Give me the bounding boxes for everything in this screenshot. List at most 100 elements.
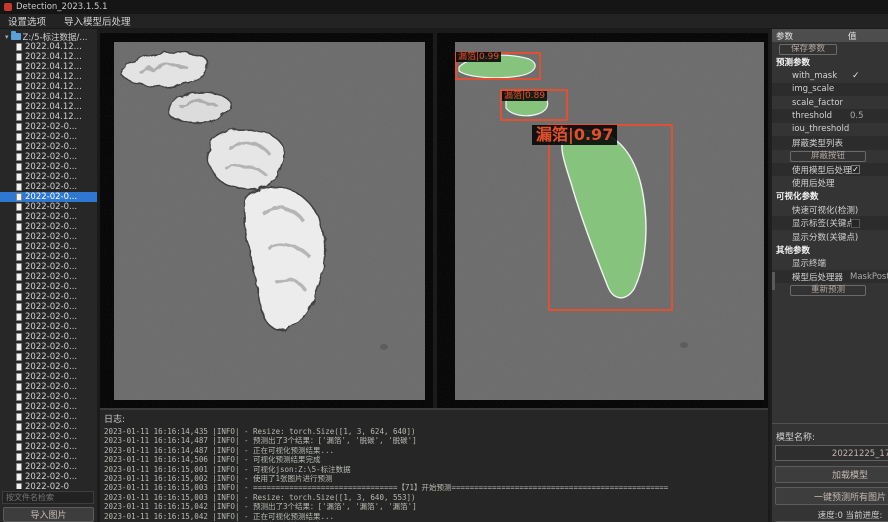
load-model-button[interactable]: 加载模型	[775, 466, 888, 483]
tree-item[interactable]: 2022-02-0...	[0, 362, 97, 372]
tree-item[interactable]: 2022.04.12...	[0, 112, 97, 122]
tree-item[interactable]: 2022-02-0...	[0, 352, 97, 362]
threshold-value[interactable]: 0.5	[850, 111, 864, 121]
model-name-label: 模型名称:	[772, 424, 888, 443]
tree-item[interactable]: 2022-02-0...	[0, 282, 97, 292]
tree-item[interactable]: 2022-02-0...	[0, 182, 97, 192]
tree-item-label: 2022-02-0...	[25, 302, 77, 312]
tree-item[interactable]: 2022-02-0...	[0, 202, 97, 212]
tree-item[interactable]: 2022-02-0...	[0, 272, 97, 282]
log-line: 2023-01-11 16:16:14,435 |INFO| - Resize:…	[100, 427, 768, 436]
param-row-scale-factor[interactable]: scale_factor	[772, 96, 888, 109]
file-icon	[16, 113, 22, 121]
tree-item[interactable]: 2022-02-0...	[0, 142, 97, 152]
panel-scrollbar[interactable]	[772, 272, 775, 290]
param-row-show-terminal[interactable]: 显示终端	[772, 257, 888, 270]
tree-item[interactable]: 2022-02-0...	[0, 242, 97, 252]
param-row-img-scale[interactable]: img_scale	[772, 83, 888, 96]
tree-item[interactable]: 2022-02-0...	[0, 332, 97, 342]
tree-root-folder[interactable]: ▾ Z:/5-标注数据/...	[0, 31, 97, 42]
tree-item-label: 2022-02-0...	[25, 282, 77, 292]
tree-item[interactable]: 2022-02-0...	[0, 132, 97, 142]
import-image-button[interactable]: 导入图片	[3, 507, 94, 522]
tree-item[interactable]: 2022-02-0...	[0, 162, 97, 172]
tree-item[interactable]: 2022.04.12...	[0, 52, 97, 62]
tree-item[interactable]: 2022-02-0...	[0, 432, 97, 442]
tree-item[interactable]: 2022-02-0...	[0, 172, 97, 182]
repredict-button[interactable]: 重新预测	[790, 285, 866, 296]
file-icon	[16, 203, 22, 211]
tree-item[interactable]: 2022.04.12...	[0, 82, 97, 92]
param-row-threshold[interactable]: threshold 0.5	[772, 109, 888, 122]
tree-item[interactable]: 2022.04.12...	[0, 72, 97, 82]
tree-item[interactable]: 2022-02-0...	[0, 342, 97, 352]
tree-item[interactable]: 2022-02-0...	[0, 262, 97, 272]
mask-button[interactable]: 屏蔽按钮	[790, 151, 866, 162]
detection-label: 漏箔|0.97	[532, 125, 617, 145]
log-panel[interactable]: 日志: 2023-01-11 16:16:14,435 |INFO| - Res…	[100, 408, 768, 522]
tree-item[interactable]: 2022-02-0...	[0, 322, 97, 332]
tree-item-label: 2022-02-0...	[25, 272, 77, 282]
tree-item[interactable]: 2022-02-0...	[0, 222, 97, 232]
param-row-use-post[interactable]: 使用后处理	[772, 176, 888, 189]
save-params-button[interactable]: 保存参数	[779, 44, 837, 55]
tree-item[interactable]: 2022-02-0...	[0, 412, 97, 422]
param-row-use-model-post[interactable]: 使用模型后处理 ✓	[772, 163, 888, 176]
menu-import-postprocess[interactable]: 导入模型后处理	[64, 14, 131, 28]
tree-item[interactable]: 2022.04.12...	[0, 42, 97, 52]
tree-item-label: 2022-02-0...	[25, 362, 77, 372]
tree-item[interactable]: 2022-02-0...	[0, 442, 97, 452]
param-row-iou-threshold[interactable]: iou_threshold	[772, 123, 888, 136]
file-icon	[16, 383, 22, 391]
tree-item-label: 2022-02-0...	[25, 252, 77, 262]
tree-item[interactable]: 2022-02-0...	[0, 232, 97, 242]
tree-item[interactable]: 2022-02-0...	[0, 472, 97, 482]
file-icon	[16, 283, 22, 291]
tree-item[interactable]: 2022-02-0	[0, 482, 97, 489]
tree-item[interactable]: 2022-02-0...	[0, 192, 97, 202]
param-row-mask-type-list[interactable]: 屏蔽类型列表	[772, 136, 888, 149]
tree-item[interactable]: 2022-02-0...	[0, 392, 97, 402]
tree-item[interactable]: 2022-02-0...	[0, 402, 97, 412]
tree-item[interactable]: 2022.04.12...	[0, 102, 97, 112]
tree-item-label: 2022-02-0...	[25, 172, 77, 182]
tree-item[interactable]: 2022-02-0...	[0, 422, 97, 432]
tree-item[interactable]: 2022-02-0...	[0, 312, 97, 322]
search-input[interactable]	[2, 491, 94, 504]
param-row-with-mask[interactable]: with_mask ✓	[772, 69, 888, 82]
tree-item[interactable]: 2022-02-0...	[0, 462, 97, 472]
tree-item[interactable]: 2022-02-0...	[0, 382, 97, 392]
tree-item-label: 2022-02-0...	[25, 212, 77, 222]
param-row-show-score[interactable]: 显示分数(关键点)	[772, 230, 888, 243]
param-row-show-label[interactable]: 显示标签(关键点)	[772, 216, 888, 229]
raw-image-viewer[interactable]	[100, 33, 433, 408]
file-icon	[16, 463, 22, 471]
param-row-model-post[interactable]: 模型后处理器 MaskPostPro...	[772, 270, 888, 283]
predict-all-button[interactable]: 一键预测所有图片	[775, 487, 888, 505]
tree-item[interactable]: 2022-02-0...	[0, 302, 97, 312]
show-label-checkbox[interactable]	[851, 219, 860, 228]
file-icon	[16, 173, 22, 181]
tree-item[interactable]: 2022.04.12...	[0, 62, 97, 72]
prediction-viewer[interactable]: 漏箔|0.99 漏箔|0.89 漏箔|0.97	[437, 33, 768, 408]
tree-item[interactable]: 2022-02-0...	[0, 372, 97, 382]
tree-item-label: 2022.04.12...	[25, 92, 82, 102]
tree-item[interactable]: 2022.04.12...	[0, 92, 97, 102]
tree-item[interactable]: 2022-02-0...	[0, 212, 97, 222]
file-icon	[16, 393, 22, 401]
tree-item[interactable]: 2022-02-0...	[0, 292, 97, 302]
tree-item-label: 2022.04.12...	[25, 112, 82, 122]
tree-item[interactable]: 2022-02-0...	[0, 122, 97, 132]
tree-item[interactable]: 2022-02-0...	[0, 252, 97, 262]
model-post-value[interactable]: MaskPostPro...	[850, 272, 888, 282]
menu-settings[interactable]: 设置选项	[8, 14, 46, 28]
use-model-post-checkbox[interactable]: ✓	[851, 165, 860, 174]
log-line: 2023-01-11 16:16:14,487 |INFO| - 正在可视化预测…	[100, 446, 768, 455]
model-name-combobox[interactable]: 20221225_174813...	[775, 445, 888, 461]
file-icon	[16, 293, 22, 301]
file-tree-panel: ▾ Z:/5-标注数据/... 2022.04.12... 2022.04.12…	[0, 29, 97, 522]
tree-item[interactable]: 2022-02-0...	[0, 152, 97, 162]
tree-item[interactable]: 2022-02-0...	[0, 452, 97, 462]
tree-item-label: 2022.04.12...	[25, 72, 82, 82]
param-row-fast-visual[interactable]: 快速可视化(检测)	[772, 203, 888, 216]
